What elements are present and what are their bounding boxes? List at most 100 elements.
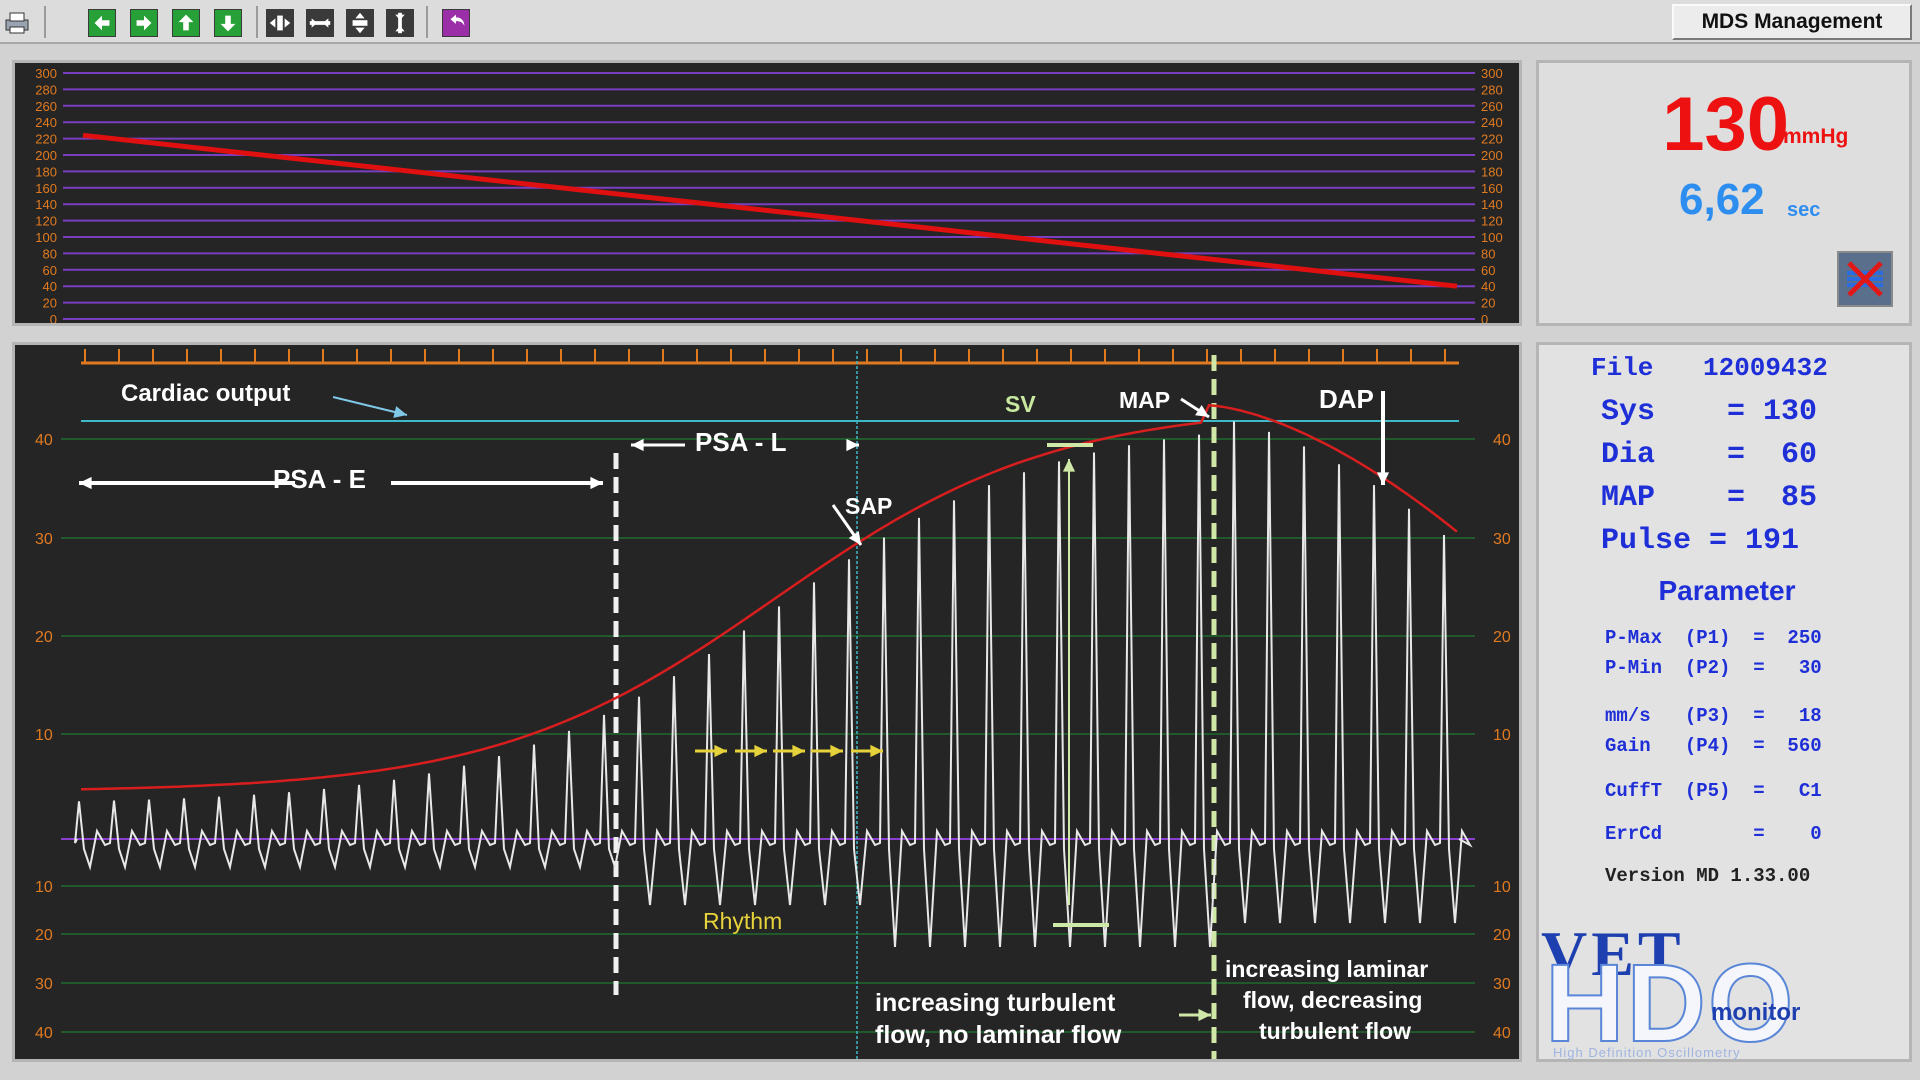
pressure-tick-left: 40 xyxy=(43,279,57,294)
waveform-tick-left: 10 xyxy=(35,879,53,896)
pressure-tick-right: 0 xyxy=(1481,312,1488,323)
pressure-trend-chart: 300 300280 280260 260240 240220 220200 200180 1… xyxy=(35,66,1503,323)
label-turbulent-line2: flow, no laminar flow xyxy=(875,1021,1122,1049)
expand-vertical-icon xyxy=(352,12,368,34)
cuff-pressure-value: 130 xyxy=(1662,82,1789,167)
zoom-out-v-button[interactable] xyxy=(386,9,414,37)
nav-left-button[interactable] xyxy=(88,9,116,37)
waveform-tick-left: 30 xyxy=(35,976,53,993)
nav-down-button[interactable] xyxy=(214,9,242,37)
pressure-tick-right: 80 xyxy=(1481,246,1495,261)
expand-horizontal-icon xyxy=(269,15,291,31)
oscillometry-waveform-chart: 40 40 30 30 20 20 10 10 10 10 20 20 30 30 40 40 Cardiac… xyxy=(35,349,1511,1059)
pressure-tick-left: 60 xyxy=(43,263,57,278)
dap-pointer-head xyxy=(1376,472,1390,485)
pressure-tick-right: 260 xyxy=(1481,99,1503,114)
compress-horizontal-icon xyxy=(309,18,331,28)
psa-l-arrow-left-head xyxy=(631,438,644,452)
pressure-tick-right: 180 xyxy=(1481,164,1503,179)
pressure-tick-left: 0 xyxy=(50,312,57,323)
label-turbulent-line1: increasing turbulent xyxy=(875,989,1116,1017)
pressure-tick-right: 160 xyxy=(1481,181,1503,196)
toolbar-separator xyxy=(256,6,258,38)
waveform-tick-right: 10 xyxy=(1493,727,1511,744)
param-cufft: CuffT (P5) = C1 xyxy=(1605,780,1822,802)
pressure-tick-left: 160 xyxy=(35,181,57,196)
label-dap: DAP xyxy=(1319,384,1374,414)
label-cardiac-output: Cardiac output xyxy=(121,380,290,407)
elapsed-time-unit: sec xyxy=(1787,199,1821,221)
param-gain: Gain (P4) = 560 xyxy=(1605,735,1822,757)
pressure-decay-line xyxy=(82,132,1458,289)
cuff-disconnect-button[interactable] xyxy=(1837,251,1893,307)
waveform-tick-right: 10 xyxy=(1493,879,1511,896)
label-laminar-line2: flow, decreasing xyxy=(1243,987,1422,1013)
elapsed-time-value: 6,62 xyxy=(1679,175,1765,224)
toolbar-separator xyxy=(44,6,46,38)
waveform-tick-left: 10 xyxy=(35,727,53,744)
pressure-tick-left: 180 xyxy=(35,164,57,179)
pressure-tick-left: 260 xyxy=(35,99,57,114)
waveform-tick-left: 30 xyxy=(35,531,53,548)
pressure-tick-left: 300 xyxy=(35,66,57,81)
param-errcd: ErrCd = 0 xyxy=(1605,823,1822,845)
logo-monitor-text: monitor xyxy=(1711,999,1800,1026)
waveform-tick-left: 40 xyxy=(35,432,53,449)
vet-hdo-logo: VET HDO monitor High Definition Oscillom… xyxy=(1541,918,1800,1065)
zoom-in-h-button[interactable] xyxy=(266,9,294,37)
rhythm-arrow-head xyxy=(754,744,767,758)
arrow-left-icon xyxy=(94,15,110,31)
label-rhythm: Rhythm xyxy=(703,908,782,934)
pressure-tick-right: 240 xyxy=(1481,115,1503,130)
waveform-tick-right: 40 xyxy=(1493,1025,1511,1042)
sv-height-arrow-head xyxy=(1062,459,1076,472)
laminar-boundary-pointer-head xyxy=(1198,1008,1211,1022)
waveform-tick-left: 20 xyxy=(35,927,53,944)
pressure-tick-left: 240 xyxy=(35,115,57,130)
nav-right-button[interactable] xyxy=(130,9,158,37)
label-laminar-line3: turbulent flow xyxy=(1259,1018,1411,1044)
print-button[interactable] xyxy=(2,7,32,37)
pressure-tick-right: 200 xyxy=(1481,148,1503,163)
rhythm-arrow-head xyxy=(714,744,727,758)
pressure-tick-left: 220 xyxy=(35,132,57,147)
pressure-tick-right: 120 xyxy=(1481,214,1503,229)
cuff-pressure-unit: mmHg xyxy=(1783,125,1849,148)
oscillation-waveform xyxy=(74,421,1473,948)
waveform-tick-right: 40 xyxy=(1493,432,1511,449)
zoom-out-h-button[interactable] xyxy=(306,9,334,37)
zoom-in-v-button[interactable] xyxy=(346,9,374,37)
pressure-tick-left: 20 xyxy=(43,296,57,311)
label-laminar-line1: increasing laminar xyxy=(1225,956,1428,982)
pressure-tick-right: 300 xyxy=(1481,66,1503,81)
waveform-tick-right: 30 xyxy=(1493,976,1511,993)
label-psa-l: PSA - L xyxy=(695,427,787,457)
label-psa-e: PSA - E xyxy=(273,464,366,494)
pressure-tick-left: 200 xyxy=(35,148,57,163)
compress-vertical-icon xyxy=(395,12,405,34)
param-pmin: P-Min (P2) = 30 xyxy=(1605,657,1822,679)
toolbar-separator xyxy=(426,6,428,38)
param-pmax: P-Max (P1) = 250 xyxy=(1605,627,1822,649)
amplitude-envelope xyxy=(80,403,1458,791)
waveform-tick-left: 20 xyxy=(35,629,53,646)
nav-up-button[interactable] xyxy=(172,9,200,37)
logo-tagline-text: High Definition Oscillometry xyxy=(1553,1045,1741,1060)
pressure-trend-panel: 300 300 280 280 260 260 240 240 220 220 200 200 180 1… xyxy=(12,60,1522,326)
pressure-tick-right: 20 xyxy=(1481,296,1495,311)
psa-l-arrow-right-head xyxy=(846,438,859,452)
rhythm-arrow-head xyxy=(792,744,805,758)
cardiac-output-pointer-head xyxy=(393,406,407,418)
arrow-down-icon xyxy=(220,15,236,32)
pressure-tick-left: 280 xyxy=(35,82,57,97)
arrow-up-icon xyxy=(178,14,194,31)
pressure-tick-right: 220 xyxy=(1481,132,1503,147)
mds-management-button[interactable]: MDS Management xyxy=(1672,4,1912,40)
pressure-tick-left: 120 xyxy=(35,214,57,229)
toolbar: MDS Management xyxy=(0,0,1920,44)
waveform-tick-left: 40 xyxy=(35,1025,53,1042)
live-readout-panel: 130 mmHg 6,62 sec xyxy=(1536,60,1912,326)
label-sv: SV xyxy=(1005,391,1036,417)
pressure-tick-right: 100 xyxy=(1481,230,1503,245)
undo-button[interactable] xyxy=(442,9,470,37)
